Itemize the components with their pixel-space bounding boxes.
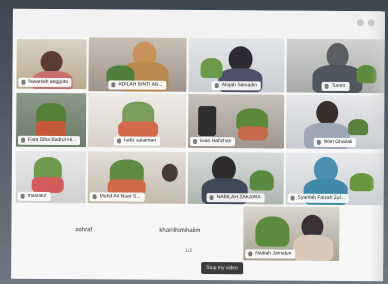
stop-video-button[interactable]: Stop my video — [201, 262, 243, 275]
window-topbar — [12, 8, 385, 40]
participant-tile[interactable]: Muhd Ari Nuar S... — [87, 151, 186, 204]
mic-icon — [92, 194, 97, 200]
mic-icon — [209, 195, 214, 201]
participant-name-tag: NABILAH ZAKARIA — [206, 193, 265, 203]
participant-tile[interactable]: hafiz sulaiman — [87, 93, 187, 148]
participant-name-tag: Wan Ghazali — [313, 137, 357, 148]
participant-tile[interactable]: iwan Hafizhan — [187, 93, 285, 149]
participant-name[interactable]: khairilhimihalim — [159, 228, 200, 234]
participant-tile[interactable]: ADILAH BINTI AB... — [88, 37, 187, 92]
participant-name-tag: fawaniah anggota — [18, 77, 72, 88]
mic-icon — [324, 83, 329, 89]
participant-name-tag: hafiz sulaiman — [114, 136, 161, 146]
participant-tile[interactable]: Atiqah Samadin — [188, 37, 285, 93]
participant-grid: fawaniah anggota ADILAH BINTI AB... Atiq… — [15, 37, 385, 220]
mic-icon — [193, 138, 198, 144]
participant-name-tag: maizatul — [17, 191, 51, 201]
page-indicator: 1/2 — [185, 247, 193, 254]
video-call-window: fawaniah anggota ADILAH BINTI AB... Atiq… — [11, 8, 385, 282]
participant-tile[interactable]: Fara Diba Badrul Hi... — [15, 92, 87, 148]
participant-name-tag: iwan Hafizhan — [189, 136, 236, 147]
participant-tile[interactable]: NABILAH ZAKARIA — [187, 151, 284, 205]
participant-name-tag: Muhd Ari Nuar S... — [89, 192, 145, 202]
mic-icon — [20, 193, 25, 199]
mic-icon — [111, 82, 116, 88]
participant-name[interactable]: ashraf — [75, 227, 92, 233]
mic-icon — [117, 138, 122, 144]
participant-name-tag: Fara Diba Badrul Hi... — [17, 135, 80, 146]
mic-icon — [21, 79, 26, 85]
participant-name-tag: Nadiah Jamalun — [245, 249, 296, 259]
participant-name-tag: ADILAH BINTI AB... — [108, 80, 167, 90]
mic-icon — [248, 251, 253, 257]
participant-tile[interactable]: maizatul — [15, 150, 86, 204]
mic-icon — [290, 195, 295, 201]
screen-edge-shadow — [369, 11, 385, 282]
minimize-icon[interactable] — [356, 19, 364, 27]
participant-tile[interactable]: Nadiah Jamalun — [243, 206, 340, 261]
participant-tile[interactable]: fawaniah anggota — [16, 38, 87, 90]
participant-name-tag: Atiqah Samadin — [211, 81, 262, 91]
mic-icon — [316, 139, 321, 145]
participant-name-tag: Tomm — [321, 81, 350, 92]
participant-name-tag: Syarifah Faizah Zul... — [287, 193, 349, 204]
mic-icon — [214, 83, 219, 89]
mic-icon — [21, 137, 26, 143]
